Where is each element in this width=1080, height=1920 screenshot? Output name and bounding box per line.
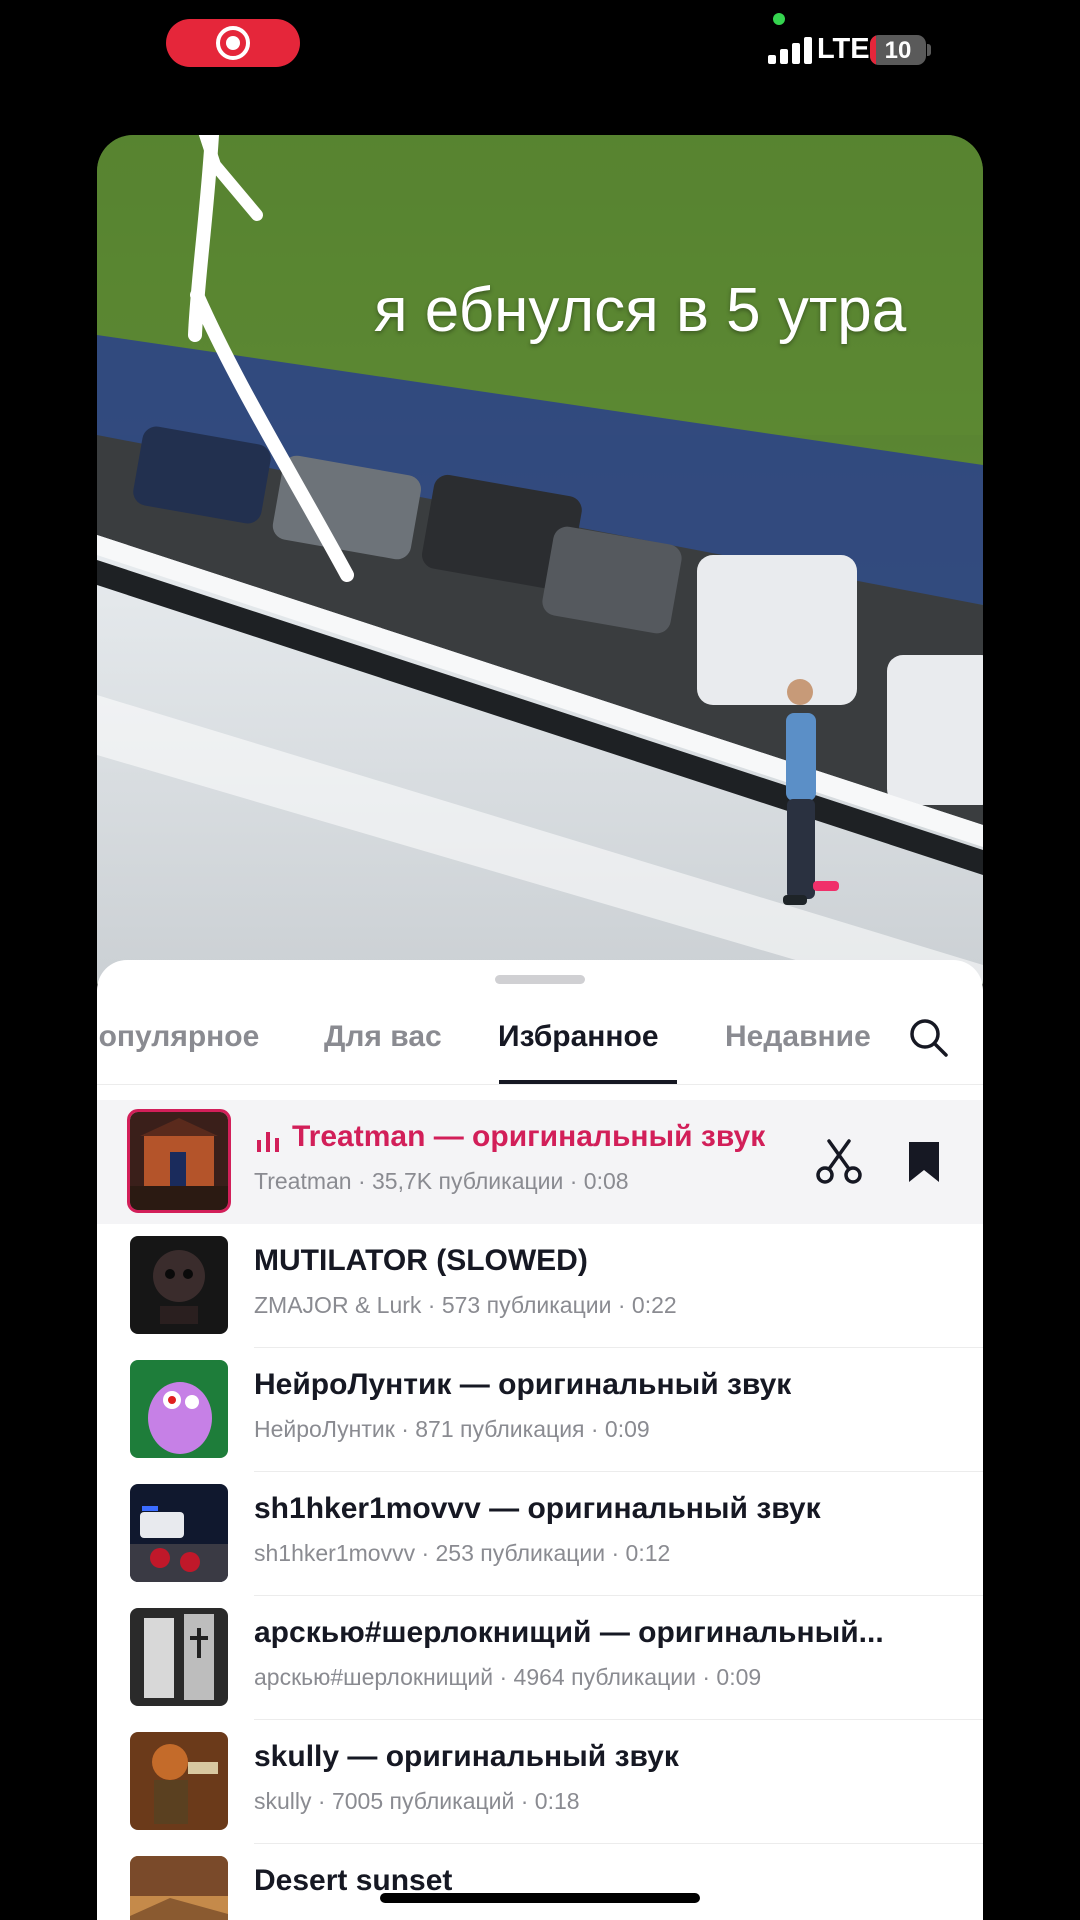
video-preview[interactable]: я ебнулся в 5 утра bbox=[97, 135, 983, 1015]
battery-icon: 10 bbox=[870, 35, 926, 65]
sound-meta: skully · 7005 публикаций · 0:18 bbox=[254, 1788, 580, 1814]
sound-row-treatman[interactable]: Treatman — оригинальный звук Treatman · … bbox=[97, 1100, 983, 1224]
sound-meta: Treatman · 35,7K публикации · 0:08 bbox=[254, 1168, 629, 1194]
camera-in-use-indicator bbox=[773, 13, 785, 25]
sound-row-desert-sunset[interactable]: Desert sunset bbox=[97, 1844, 983, 1920]
sound-cover bbox=[130, 1856, 228, 1920]
network-type: LTE bbox=[817, 33, 870, 65]
sound-row-neiroluntik[interactable]: НейроЛунтик — оригинальный звук НейроЛун… bbox=[97, 1348, 983, 1472]
sound-meta: арскью#шерлокнищий · 4964 публикации · 0… bbox=[254, 1664, 762, 1690]
sound-picker-sheet: Популярное Для вас Избранное Недавние Tr… bbox=[97, 960, 983, 1920]
home-indicator[interactable] bbox=[380, 1893, 700, 1903]
tab-for-you[interactable]: Для вас bbox=[324, 1020, 442, 1054]
cellular-signal-icon bbox=[768, 36, 812, 64]
playing-equalizer-icon bbox=[257, 1130, 281, 1152]
sound-title: sh1hker1movvv — оригинальный звук bbox=[254, 1492, 821, 1525]
status-bar: LTE 10 bbox=[0, 0, 1080, 120]
sound-cover bbox=[127, 1109, 231, 1213]
search-icon[interactable] bbox=[907, 1016, 949, 1058]
battery-level: 10 bbox=[884, 37, 912, 64]
sound-cover bbox=[130, 1484, 228, 1582]
sound-title: арскью#шерлокнищий — оригинальный... bbox=[254, 1616, 884, 1649]
sound-meta: НейроЛунтик · 871 публикация · 0:09 bbox=[254, 1416, 650, 1442]
tab-recent[interactable]: Недавние bbox=[725, 1020, 871, 1054]
sound-meta: ZMAJOR & Lurk · 573 публикации · 0:22 bbox=[254, 1292, 677, 1318]
screen-recording-indicator[interactable] bbox=[166, 19, 300, 67]
video-caption: я ебнулся в 5 утра bbox=[374, 276, 907, 345]
battery-cap bbox=[927, 44, 931, 56]
active-tab-indicator bbox=[499, 1080, 677, 1084]
sound-title: НейроЛунтик — оригинальный звук bbox=[254, 1368, 792, 1401]
sound-title: skully — оригинальный звук bbox=[254, 1740, 679, 1773]
sound-title: MUTILATOR (SLOWED) bbox=[254, 1244, 588, 1277]
sound-row-arskyu[interactable]: арскью#шерлокнищий — оригинальный... арс… bbox=[97, 1596, 983, 1720]
tab-popular[interactable]: Популярное bbox=[97, 1020, 259, 1054]
sound-row-mutilator[interactable]: MUTILATOR (SLOWED) ZMAJOR & Lurk · 573 п… bbox=[97, 1224, 983, 1348]
sound-cover bbox=[130, 1732, 228, 1830]
sound-cover bbox=[130, 1608, 228, 1706]
video-frame-image bbox=[97, 135, 983, 1015]
sound-cover bbox=[130, 1236, 228, 1334]
tab-favorites[interactable]: Избранное bbox=[498, 1020, 659, 1054]
sound-meta: sh1hker1movvv · 253 публикации · 0:12 bbox=[254, 1540, 671, 1566]
sound-row-sh1hker1movvv[interactable]: sh1hker1movvv — оригинальный звук sh1hke… bbox=[97, 1472, 983, 1596]
sound-row-skully[interactable]: skully — оригинальный звук skully · 7005… bbox=[97, 1720, 983, 1844]
scissors-icon[interactable] bbox=[815, 1138, 863, 1186]
sound-title: Treatman — оригинальный звук bbox=[292, 1120, 766, 1153]
sound-cover bbox=[130, 1360, 228, 1458]
bookmark-icon[interactable] bbox=[907, 1140, 941, 1184]
record-dot bbox=[226, 36, 240, 50]
sound-tabs: Популярное Для вас Избранное Недавние bbox=[97, 960, 983, 1085]
